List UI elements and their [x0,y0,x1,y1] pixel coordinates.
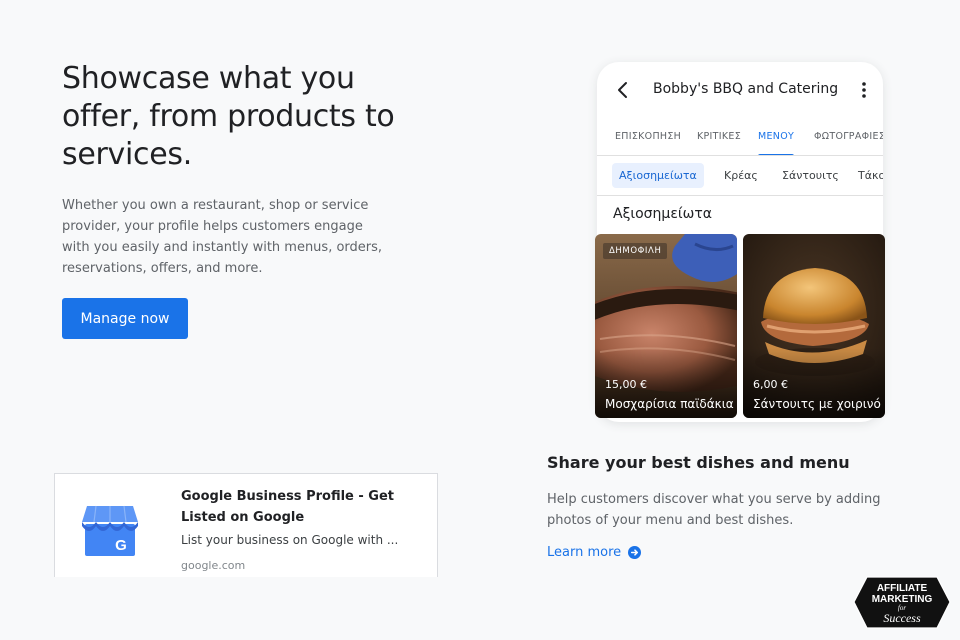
link-preview-card[interactable]: G Google Business Profile - Get Listed o… [54,473,438,577]
logo-line-1: AFFILIATE [877,583,928,594]
tab-overview[interactable]: ΕΠΙΣΚΟΠΗΣΗ [615,118,681,155]
manage-now-button[interactable]: Manage now [62,298,188,339]
chip-sandwiches[interactable]: Σάντουιτς [775,163,846,188]
tab-menu[interactable]: ΜΕΝΟΥ [758,118,795,155]
svg-text:G: G [115,537,127,554]
tab-reviews[interactable]: ΚΡΙΤΙΚΕΣ [697,118,741,155]
popular-badge: ΔΗΜΟΦΙΛΗ [603,243,668,259]
learn-more-link[interactable]: Learn more [547,545,642,560]
business-name: Bobby's BBQ and Catering [653,81,839,97]
phone-header: Bobby's BBQ and Catering [597,62,883,118]
hero-description: Whether you own a restaurant, shop or se… [62,198,383,276]
affiliate-marketing-logo: AFFILIATE MARKETING for Success [853,576,951,629]
preview-description: List your business on Google with ... [181,533,399,547]
chip-meat[interactable]: Κρέας [717,163,765,188]
more-vert-icon[interactable] [861,80,867,100]
hero-title: Showcase what you offer, from products t… [62,61,395,172]
dish-price: 6,00 € [753,378,788,391]
google-business-profile-icon: G [82,505,138,556]
dish-card-ribs[interactable]: ΔΗΜΟΦΙΛΗ 15,00 € Μοσχαρίσια παϊδάκια [595,234,737,418]
learn-more-label: Learn more [547,545,622,560]
feature-title: Share your best dishes and menu [547,453,850,472]
dish-name: Σάντουιτς με χοιρινό [753,397,881,411]
preview-domain: google.com [181,559,246,572]
back-arrow-icon[interactable] [613,80,633,100]
dish-name: Μοσχαρίσια παϊδάκια [605,397,734,411]
feature-description: Help customers discover what you serve b… [547,492,881,528]
phone-tabs: ΕΠΙΣΚΟΠΗΣΗ ΚΡΙΤΙΚΕΣ ΜΕΝΟΥ ΦΩΤΟΓΡΑΦΙΕΣ [597,118,883,156]
logo-line-4: Success [883,611,921,625]
preview-title: Google Business Profile - Get Listed on … [181,489,394,525]
tab-photos[interactable]: ΦΩΤΟΓΡΑΦΙΕΣ [814,118,883,155]
chip-highlights[interactable]: Αξιοσημείωτα [612,163,704,188]
arrow-circle-right-icon [628,546,642,559]
dish-price: 15,00 € [605,378,647,391]
chip-tacos[interactable]: Τάκο [851,163,883,188]
menu-category-chips: Αξιοσημείωτα Κρέας Σάντουιτς Τάκο [597,156,883,196]
dish-card-sandwich[interactable]: 6,00 € Σάντουιτς με χοιρινό [743,234,885,418]
menu-section-title: Αξιοσημείωτα [613,206,713,222]
